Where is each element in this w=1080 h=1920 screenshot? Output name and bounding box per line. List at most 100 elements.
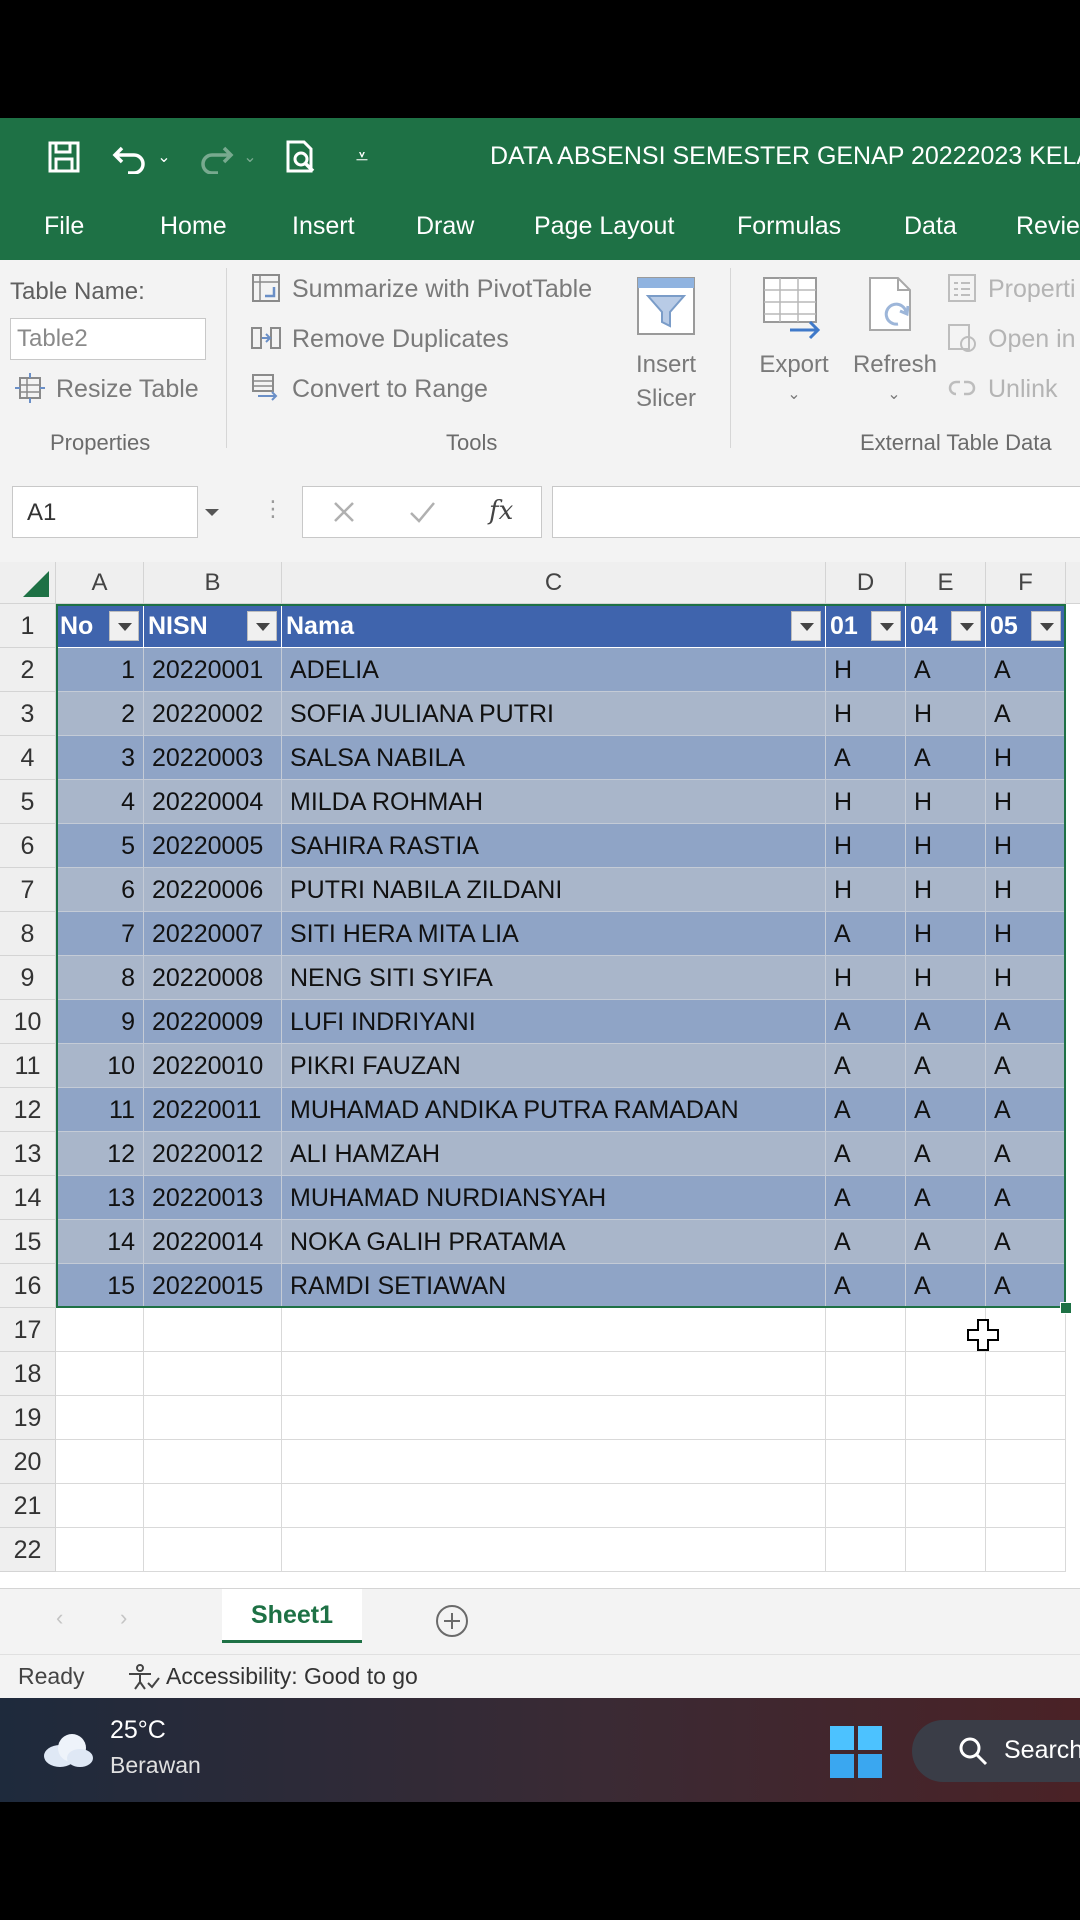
table-cell[interactable]: A	[826, 1132, 906, 1176]
table-cell[interactable]: 14	[56, 1220, 144, 1264]
empty-cell[interactable]	[282, 1308, 826, 1352]
table-cell[interactable]: 9	[56, 1000, 144, 1044]
table-cell[interactable]: PUTRI NABILA ZILDANI	[282, 868, 826, 912]
table-cell[interactable]: A	[986, 1176, 1066, 1220]
table-header-cell[interactable]: No	[56, 604, 144, 648]
row-header[interactable]: 18	[0, 1352, 56, 1396]
empty-cell[interactable]	[986, 1484, 1066, 1528]
table-cell[interactable]: H	[986, 824, 1066, 868]
table-cell[interactable]: H	[986, 912, 1066, 956]
table-cell[interactable]: SAHIRA RASTIA	[282, 824, 826, 868]
empty-cell[interactable]	[826, 1440, 906, 1484]
empty-cell[interactable]	[144, 1396, 282, 1440]
confirm-entry-icon[interactable]	[407, 497, 437, 532]
table-cell[interactable]: 20220002	[144, 692, 282, 736]
table-cell[interactable]: 8	[56, 956, 144, 1000]
table-cell[interactable]: H	[986, 736, 1066, 780]
row-header[interactable]: 4	[0, 736, 56, 780]
table-cell[interactable]: 1	[56, 648, 144, 692]
row-header[interactable]: 22	[0, 1528, 56, 1572]
row-header[interactable]: 10	[0, 1000, 56, 1044]
tab-home[interactable]: Home	[160, 212, 227, 241]
table-cell[interactable]: A	[986, 1132, 1066, 1176]
empty-cell[interactable]	[282, 1484, 826, 1528]
empty-cell[interactable]	[986, 1396, 1066, 1440]
select-all-corner[interactable]	[0, 562, 56, 604]
row-header[interactable]: 3	[0, 692, 56, 736]
empty-cell[interactable]	[282, 1528, 826, 1572]
table-cell[interactable]: A	[986, 1264, 1066, 1308]
row-header[interactable]: 2	[0, 648, 56, 692]
table-resize-handle[interactable]	[1060, 1302, 1072, 1314]
undo-dropdown-icon[interactable]: ⌄	[154, 132, 174, 182]
empty-cell[interactable]	[56, 1440, 144, 1484]
table-cell[interactable]: A	[906, 1088, 986, 1132]
summarize-pivot-button[interactable]: Summarize with PivotTable	[250, 272, 592, 306]
empty-cell[interactable]	[826, 1308, 906, 1352]
empty-cell[interactable]	[56, 1308, 144, 1352]
table-cell[interactable]: H	[906, 780, 986, 824]
table-cell[interactable]: H	[986, 868, 1066, 912]
accessibility-status[interactable]: Accessibility: Good to go	[166, 1663, 418, 1690]
name-box[interactable]: A1	[12, 486, 198, 538]
table-cell[interactable]: 20220006	[144, 868, 282, 912]
table-cell[interactable]: MUHAMAD ANDIKA PUTRA RAMADAN	[282, 1088, 826, 1132]
table-cell[interactable]: A	[826, 1088, 906, 1132]
empty-cell[interactable]	[826, 1396, 906, 1440]
sheet-tab-sheet1[interactable]: Sheet1	[222, 1589, 362, 1643]
save-icon[interactable]	[42, 132, 86, 182]
table-cell[interactable]: A	[826, 1264, 906, 1308]
table-cell[interactable]: A	[826, 736, 906, 780]
row-header[interactable]: 6	[0, 824, 56, 868]
table-cell[interactable]: 10	[56, 1044, 144, 1088]
tab-formulas[interactable]: Formulas	[737, 212, 841, 241]
empty-cell[interactable]	[986, 1352, 1066, 1396]
table-cell[interactable]: A	[826, 1044, 906, 1088]
table-cell[interactable]: A	[906, 736, 986, 780]
table-cell[interactable]: 2	[56, 692, 144, 736]
tab-data[interactable]: Data	[904, 212, 957, 241]
table-cell[interactable]: PIKRI FAUZAN	[282, 1044, 826, 1088]
tab-review[interactable]: Revie	[1016, 212, 1080, 241]
empty-cell[interactable]	[282, 1440, 826, 1484]
table-cell[interactable]: H	[826, 692, 906, 736]
empty-cell[interactable]	[906, 1352, 986, 1396]
empty-cell[interactable]	[56, 1352, 144, 1396]
empty-cell[interactable]	[986, 1440, 1066, 1484]
empty-cell[interactable]	[826, 1352, 906, 1396]
filter-dropdown-icon[interactable]	[247, 611, 277, 641]
table-cell[interactable]: H	[906, 956, 986, 1000]
table-cell[interactable]: ALI HAMZAH	[282, 1132, 826, 1176]
resize-table-button[interactable]: Resize Table	[14, 372, 199, 406]
refresh-icon[interactable]	[862, 274, 928, 340]
table-cell[interactable]: 20220011	[144, 1088, 282, 1132]
table-cell[interactable]: A	[906, 1220, 986, 1264]
customize-qat-icon[interactable]: ⩡	[350, 132, 374, 182]
export-dropdown-icon[interactable]: ⌄	[784, 378, 804, 412]
table-cell[interactable]: A	[986, 1044, 1066, 1088]
empty-cell[interactable]	[144, 1308, 282, 1352]
table-cell[interactable]: 3	[56, 736, 144, 780]
table-cell[interactable]: A	[906, 1264, 986, 1308]
table-cell[interactable]: 20220015	[144, 1264, 282, 1308]
filter-dropdown-icon[interactable]	[871, 611, 901, 641]
empty-cell[interactable]	[282, 1396, 826, 1440]
table-cell[interactable]: NENG SITI SYIFA	[282, 956, 826, 1000]
table-cell[interactable]: A	[986, 692, 1066, 736]
table-cell[interactable]: 7	[56, 912, 144, 956]
table-cell[interactable]: MUHAMAD NURDIANSYAH	[282, 1176, 826, 1220]
filter-dropdown-icon[interactable]	[951, 611, 981, 641]
table-cell[interactable]: 20220010	[144, 1044, 282, 1088]
table-cell[interactable]: ADELIA	[282, 648, 826, 692]
column-header-b[interactable]: B	[144, 562, 282, 604]
table-name-input[interactable]: Table2	[10, 318, 206, 360]
filter-dropdown-icon[interactable]	[791, 611, 821, 641]
table-cell[interactable]: A	[906, 1132, 986, 1176]
table-cell[interactable]: SALSA NABILA	[282, 736, 826, 780]
table-cell[interactable]: A	[826, 1176, 906, 1220]
taskbar-search-box[interactable]: Search	[912, 1720, 1080, 1782]
row-header[interactable]: 20	[0, 1440, 56, 1484]
undo-icon[interactable]	[108, 132, 152, 182]
windows-start-icon[interactable]	[830, 1726, 882, 1783]
row-header[interactable]: 14	[0, 1176, 56, 1220]
